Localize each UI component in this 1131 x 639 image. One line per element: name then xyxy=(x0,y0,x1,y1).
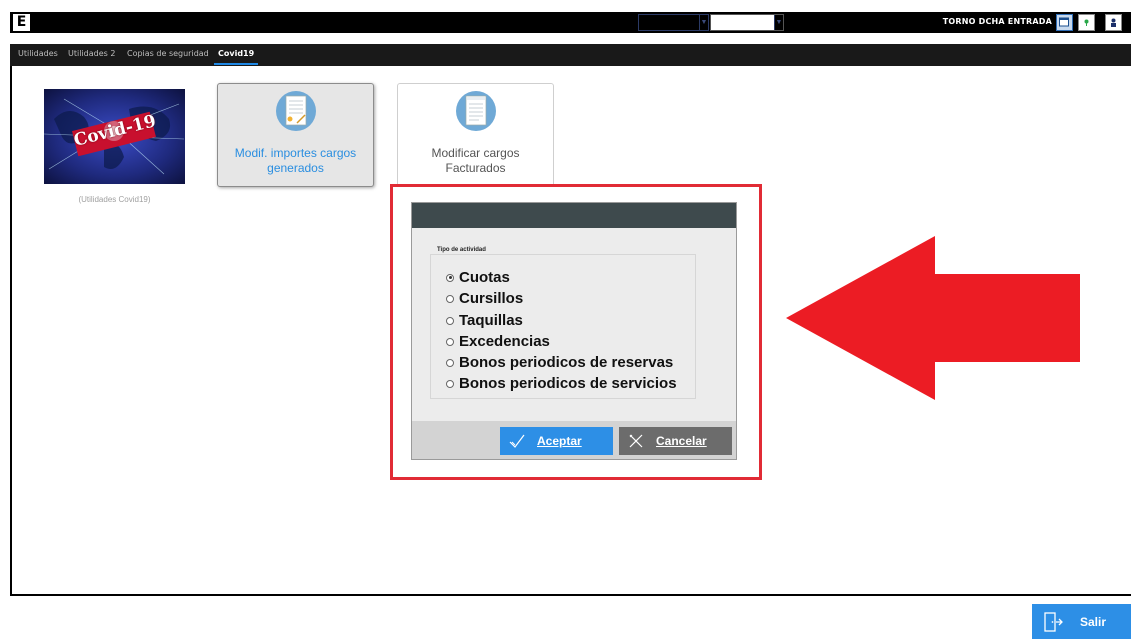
cancel-button[interactable]: Cancelar xyxy=(619,427,732,455)
radio-button[interactable] xyxy=(446,337,454,346)
red-arrow-icon xyxy=(786,236,1080,400)
radio-button[interactable] xyxy=(446,358,454,367)
modificar-facturados-tile[interactable]: Modificar cargos Facturados xyxy=(397,83,554,187)
radio-cursillos[interactable]: Cursillos xyxy=(446,288,523,309)
exit-label: Salir xyxy=(1080,615,1107,629)
cancel-label: Cancelar xyxy=(656,434,707,448)
window-icon xyxy=(1059,17,1069,27)
activity-type-legend: Tipo de actividad xyxy=(434,247,489,253)
radio-button[interactable] xyxy=(446,316,454,325)
station-label: TORNO DCHA ENTRADA xyxy=(942,17,1052,26)
window-button[interactable] xyxy=(1056,14,1073,31)
accept-label: Aceptar xyxy=(537,434,582,448)
radio-label: Excedencias xyxy=(459,333,550,350)
modif-importes-label: Modif. importes cargos generados xyxy=(234,146,357,175)
chevron-down-icon: ▼ xyxy=(774,15,783,30)
certificate-document-icon xyxy=(276,91,316,131)
radio-bonos-reservas[interactable]: Bonos periodicos de reservas xyxy=(446,352,673,373)
covid-image[interactable]: Covid-19 xyxy=(44,89,185,184)
user-icon xyxy=(1111,18,1116,27)
tab-utilidades[interactable]: Utilidades xyxy=(18,49,58,58)
top-bar: E ▼ ▼ TORNO DCHA ENTRADA xyxy=(10,12,1131,33)
top-select-2[interactable]: ▼ xyxy=(710,14,784,31)
radio-button[interactable] xyxy=(446,379,454,388)
status-button[interactable] xyxy=(1078,14,1095,31)
invoice-document-icon xyxy=(456,91,496,131)
modificar-facturados-label: Modificar cargos Facturados xyxy=(431,146,520,175)
accept-button[interactable]: Aceptar xyxy=(500,427,613,455)
radio-label: Taquillas xyxy=(459,312,523,329)
activity-type-dialog: Tipo de actividad Cuotas Cursillos Taqui… xyxy=(411,202,737,460)
app-logo: E xyxy=(13,14,30,31)
exit-button[interactable]: Salir xyxy=(1032,604,1131,639)
user-button[interactable] xyxy=(1105,14,1122,31)
radio-taquillas[interactable]: Taquillas xyxy=(446,310,523,331)
radio-cuotas[interactable]: Cuotas xyxy=(446,267,510,288)
modif-importes-tile[interactable]: Modif. importes cargos generados xyxy=(217,83,374,187)
chevron-down-icon: ▼ xyxy=(699,15,708,30)
radio-label: Cuotas xyxy=(459,269,510,286)
active-tab-indicator xyxy=(214,63,258,65)
top-select-1[interactable]: ▼ xyxy=(638,14,709,31)
tab-covid19[interactable]: Covid19 xyxy=(218,49,254,58)
radio-label: Bonos periodicos de reservas xyxy=(459,354,674,371)
radio-bonos-servicios[interactable]: Bonos periodicos de servicios xyxy=(446,373,677,394)
exit-door-icon xyxy=(1044,612,1063,632)
radio-excedencias[interactable]: Excedencias xyxy=(446,331,550,352)
radio-label: Bonos periodicos de servicios xyxy=(459,375,677,392)
dialog-title-bar xyxy=(412,203,736,228)
radio-button[interactable] xyxy=(446,294,454,303)
leaf-icon xyxy=(1084,19,1089,26)
checkmark-icon xyxy=(509,434,525,448)
radio-label: Cursillos xyxy=(459,290,524,307)
tab-utilidades-2[interactable]: Utilidades 2 xyxy=(68,49,115,58)
close-icon xyxy=(629,434,643,448)
tab-copias-seguridad[interactable]: Copias de seguridad xyxy=(127,49,209,58)
tabs-bar: Utilidades Utilidades 2 Copias de seguri… xyxy=(10,44,1131,66)
radio-button[interactable] xyxy=(446,273,454,282)
covid-caption: (Utilidades Covid19) xyxy=(78,195,151,204)
